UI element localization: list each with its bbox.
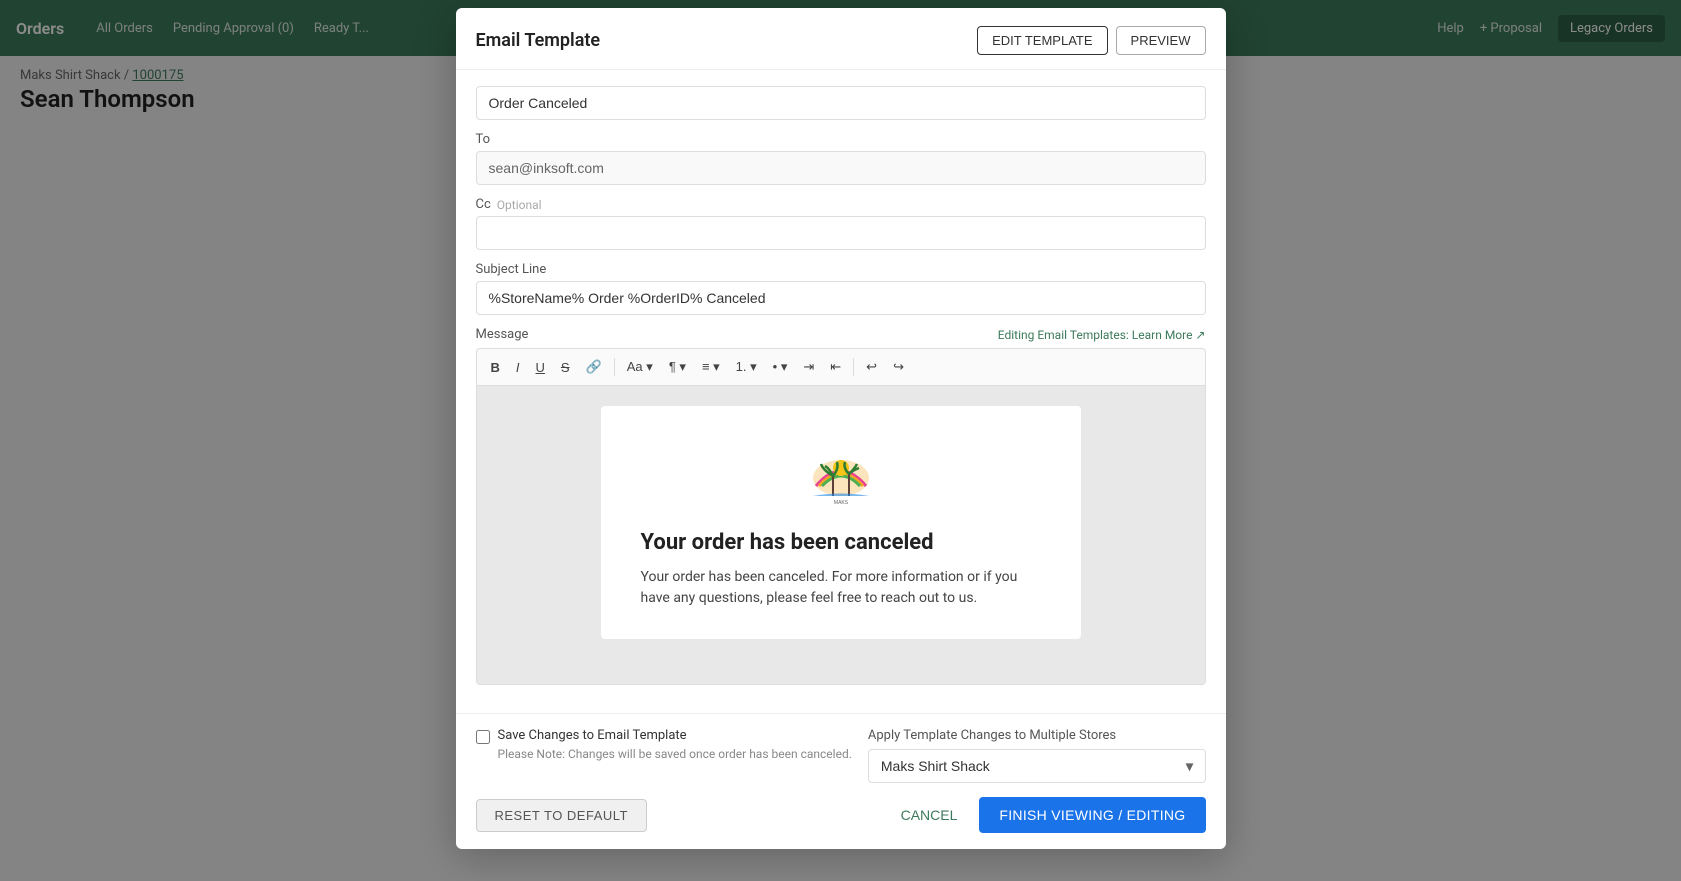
- cancel-button[interactable]: CANCEL: [889, 799, 970, 831]
- rte-redo-button[interactable]: ↪: [887, 355, 910, 379]
- svg-text:MAKS: MAKS: [833, 500, 848, 506]
- finish-viewing-button[interactable]: FINISH VIEWING / EDITING: [979, 797, 1205, 833]
- to-label: To: [476, 132, 1206, 147]
- cc-label: Cc Optional: [476, 197, 1206, 212]
- email-content-inner: MAKS Your order has been canceled Your o…: [477, 386, 1205, 685]
- subject-line-label: Subject Line: [476, 262, 1206, 277]
- save-template-checkbox-label[interactable]: Save Changes to Email Template: [476, 728, 852, 744]
- subject-line-input[interactable]: [476, 281, 1206, 315]
- rte-divider-2: [853, 358, 854, 376]
- message-label-row: Message Editing Email Templates: Learn M…: [476, 327, 1206, 342]
- reset-to-default-button[interactable]: RESET TO DEFAULT: [476, 799, 647, 832]
- message-label: Message: [476, 327, 529, 342]
- save-note: Please Note: Changes will be saved once …: [498, 747, 852, 761]
- rte-bold-button[interactable]: B: [485, 356, 506, 379]
- message-group: Message Editing Email Templates: Learn M…: [476, 327, 1206, 685]
- store-logo-icon: MAKS: [801, 436, 881, 506]
- cc-optional-label: Optional: [497, 198, 542, 212]
- save-changes-section: Save Changes to Email Template Please No…: [476, 728, 852, 761]
- cc-field-group: Cc Optional: [476, 197, 1206, 250]
- to-field-group: To: [476, 132, 1206, 185]
- rte-indent-button[interactable]: ⇥: [797, 355, 820, 379]
- email-template-modal: Email Template EDIT TEMPLATE PREVIEW To …: [456, 8, 1226, 849]
- email-body-text: Your order has been canceled. For more i…: [641, 567, 1041, 609]
- footer-row1: Save Changes to Email Template Please No…: [476, 728, 1206, 783]
- store-select-wrapper: Maks Shirt Shack: [868, 749, 1206, 783]
- template-dropdown-group: [476, 86, 1206, 120]
- save-template-label: Save Changes to Email Template: [498, 728, 687, 743]
- rte-italic-button[interactable]: I: [510, 356, 526, 379]
- to-input[interactable]: [476, 151, 1206, 185]
- modal-title: Email Template: [476, 30, 601, 51]
- template-dropdown[interactable]: [476, 86, 1206, 120]
- apply-template-label: Apply Template Changes to Multiple Store…: [868, 728, 1206, 743]
- subject-line-group: Subject Line: [476, 262, 1206, 315]
- save-template-checkbox[interactable]: [476, 730, 490, 744]
- rte-strikethrough-button[interactable]: S: [555, 356, 576, 379]
- email-content-wrapper[interactable]: MAKS Your order has been canceled Your o…: [476, 385, 1206, 685]
- rte-divider-1: [614, 358, 615, 376]
- cc-input[interactable]: [476, 216, 1206, 250]
- apply-template-section: Apply Template Changes to Multiple Store…: [868, 728, 1206, 783]
- rte-link-button[interactable]: 🔗: [580, 355, 608, 379]
- learn-more-link[interactable]: Editing Email Templates: Learn More ↗: [998, 328, 1206, 342]
- edit-template-button[interactable]: EDIT TEMPLATE: [977, 26, 1107, 55]
- rte-underline-button[interactable]: U: [530, 356, 551, 379]
- modal-body: To Cc Optional Subject Line Message Edit…: [456, 70, 1226, 713]
- preview-button[interactable]: PREVIEW: [1116, 26, 1206, 55]
- modal-header-actions: EDIT TEMPLATE PREVIEW: [977, 26, 1205, 55]
- footer-row2: RESET TO DEFAULT CANCEL FINISH VIEWING /…: [476, 797, 1206, 833]
- rte-align-button[interactable]: ≡ ▾: [696, 355, 726, 379]
- rte-toolbar: B I U S 🔗 Aa ▾ ¶ ▾ ≡ ▾ 1. ▾ • ▾ ⇥ ⇤ ↩ ↪: [476, 348, 1206, 385]
- email-logo-area: MAKS: [641, 436, 1041, 510]
- rte-ordered-list-button[interactable]: 1. ▾: [730, 355, 763, 379]
- rte-paragraph-button[interactable]: ¶ ▾: [663, 355, 692, 379]
- modal-footer: Save Changes to Email Template Please No…: [456, 713, 1226, 849]
- rte-undo-button[interactable]: ↩: [860, 355, 883, 379]
- modal-header: Email Template EDIT TEMPLATE PREVIEW: [456, 8, 1226, 70]
- rte-fontsize-button[interactable]: Aa ▾: [621, 355, 659, 379]
- email-card: MAKS Your order has been canceled Your o…: [601, 406, 1081, 639]
- email-headline: Your order has been canceled: [641, 530, 1041, 555]
- rte-outdent-button[interactable]: ⇤: [824, 355, 847, 379]
- rte-unordered-list-button[interactable]: • ▾: [767, 355, 794, 379]
- store-select[interactable]: Maks Shirt Shack: [868, 749, 1206, 783]
